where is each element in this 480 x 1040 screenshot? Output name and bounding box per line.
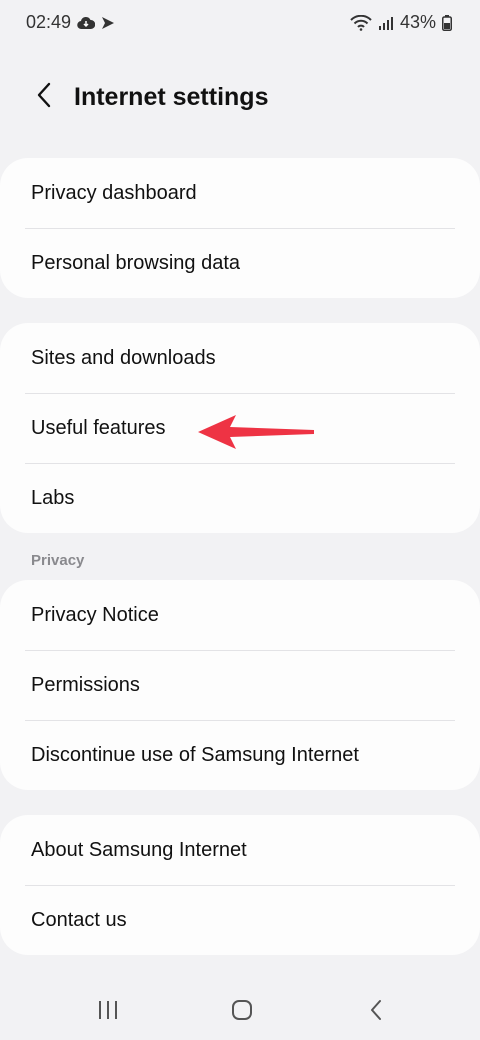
recent-apps-icon <box>97 1000 119 1025</box>
privacy-notice-item[interactable]: Privacy Notice <box>0 580 480 650</box>
battery-icon <box>442 14 452 31</box>
item-label: Privacy dashboard <box>31 181 197 204</box>
item-label: Labs <box>31 486 75 509</box>
item-label: Useful features <box>31 416 166 439</box>
permissions-item[interactable]: Permissions <box>0 650 480 720</box>
page-title: Internet settings <box>74 82 269 111</box>
status-bar: 02:49 43% <box>0 0 480 46</box>
header: Internet settings <box>0 72 480 122</box>
discontinue-use-item[interactable]: Discontinue use of Samsung Internet <box>0 720 480 790</box>
item-label: Privacy Notice <box>31 603 159 626</box>
privacy-dashboard-item[interactable]: Privacy dashboard <box>0 158 480 228</box>
screen: 02:49 43% Internet settings Privacy dash… <box>0 0 480 1040</box>
item-label: About Samsung Internet <box>31 838 247 861</box>
sites-and-downloads-item[interactable]: Sites and downloads <box>0 323 480 393</box>
labs-item[interactable]: Labs <box>0 463 480 533</box>
about-samsung-internet-item[interactable]: About Samsung Internet <box>0 815 480 885</box>
back-button[interactable] <box>22 75 66 119</box>
chevron-left-icon <box>36 82 52 113</box>
recent-apps-button[interactable] <box>88 998 128 1026</box>
signal-icon <box>378 16 394 30</box>
status-right: 43% <box>350 12 452 33</box>
battery-percent: 43% <box>399 12 436 32</box>
useful-features-item[interactable]: Useful features <box>0 393 480 463</box>
item-label: Permissions <box>31 673 140 696</box>
home-icon <box>231 999 253 1026</box>
item-label: Sites and downloads <box>31 346 216 369</box>
send-icon <box>101 16 115 30</box>
nav-back-button[interactable] <box>356 998 396 1026</box>
contact-us-item[interactable]: Contact us <box>0 885 480 955</box>
item-label: Contact us <box>31 908 127 931</box>
settings-group-3: Privacy Notice Permissions Discontinue u… <box>0 580 480 790</box>
nav-back-icon <box>369 999 383 1026</box>
item-label: Personal browsing data <box>31 251 241 274</box>
item-label: Discontinue use of Samsung Internet <box>31 743 359 766</box>
personal-browsing-data-item[interactable]: Personal browsing data <box>0 228 480 298</box>
status-time: 02:49 <box>26 12 72 32</box>
status-left: 02:49 <box>26 12 115 33</box>
settings-group-1: Privacy dashboard Personal browsing data <box>0 158 480 298</box>
home-button[interactable] <box>222 998 262 1026</box>
settings-group-4: About Samsung Internet Contact us <box>0 815 480 955</box>
wifi-icon <box>350 14 372 31</box>
settings-group-2: Sites and downloads Useful features Labs <box>0 323 480 533</box>
cloud-icon <box>77 16 96 30</box>
navigation-bar <box>0 984 480 1040</box>
privacy-section-header: Privacy <box>31 552 85 569</box>
